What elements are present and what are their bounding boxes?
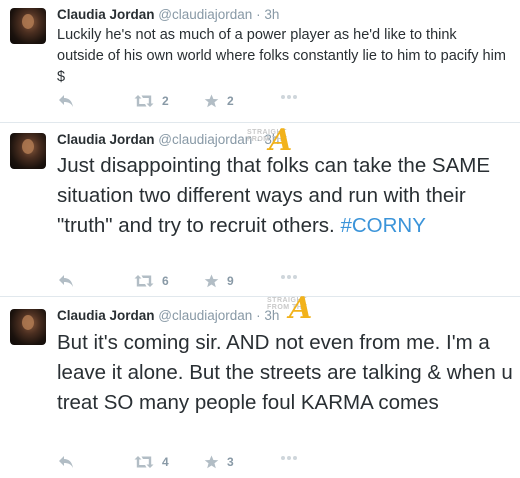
retweet-icon [134, 275, 154, 287]
retweet-icon [134, 95, 154, 107]
more-dots-icon [281, 275, 297, 279]
avatar[interactable] [10, 133, 46, 169]
watermark-letter: A [289, 291, 313, 326]
separator-dot: · [256, 7, 261, 22]
tweet-actions: 4 3 [58, 455, 318, 473]
retweet-button[interactable]: 4 [134, 455, 169, 469]
favorite-count: 2 [227, 94, 234, 108]
more-dots-icon [281, 95, 297, 99]
reply-arrow-icon [59, 456, 73, 468]
tweet-body: Luckily he's not as much of a power play… [57, 27, 506, 85]
tweet-actions: 2 2 [58, 94, 318, 112]
tweet-text: Luckily he's not as much of a power play… [57, 25, 507, 88]
hashtag-link[interactable]: #CORNY [340, 214, 425, 237]
retweet-button[interactable]: 2 [134, 94, 169, 108]
more-button[interactable] [280, 94, 298, 100]
reply-arrow-icon [59, 95, 73, 107]
separator-dot: · [256, 308, 261, 323]
tweet-2[interactable]: Claudia Jordan @claudiajordan · 3h STRAI… [0, 122, 520, 296]
retweet-icon [134, 456, 154, 468]
retweet-button[interactable]: 6 [134, 274, 169, 288]
star-icon [204, 274, 219, 288]
reply-button[interactable] [58, 94, 74, 108]
watermark-logo: STRAIGHT FROM THE A [265, 291, 327, 327]
user-name[interactable]: Claudia Jordan [57, 308, 155, 323]
avatar[interactable] [10, 309, 46, 345]
tweet-text: Just disappointing that folks can take t… [57, 151, 517, 241]
tweet-header: Claudia Jordan @claudiajordan · 3h [57, 7, 279, 22]
favorite-count: 9 [227, 274, 234, 288]
timestamp[interactable]: 3h [264, 7, 279, 22]
reply-button[interactable] [58, 455, 74, 469]
tweet-body: But it's coming sir. AND not even from m… [57, 331, 513, 414]
favorite-button[interactable]: 2 [204, 94, 234, 108]
user-name[interactable]: Claudia Jordan [57, 132, 155, 147]
retweet-count: 2 [162, 94, 169, 108]
tweet-actions: 6 9 [58, 274, 318, 292]
user-handle[interactable]: @claudiajordan [158, 308, 252, 323]
more-dots-icon [281, 456, 297, 460]
star-icon [204, 94, 219, 108]
user-handle[interactable]: @claudiajordan [158, 7, 252, 22]
tweet-3[interactable]: Claudia Jordan @claudiajordan · 3h STRAI… [0, 291, 520, 478]
tweet-header: Claudia Jordan @claudiajordan · 3h [57, 308, 279, 323]
user-handle[interactable]: @claudiajordan [158, 132, 252, 147]
tweet-1[interactable]: Claudia Jordan @claudiajordan · 3h Lucki… [0, 0, 520, 122]
favorite-button[interactable]: 9 [204, 274, 234, 288]
tweet-text: But it's coming sir. AND not even from m… [57, 328, 517, 418]
retweet-count: 6 [162, 274, 169, 288]
favorite-count: 3 [227, 455, 234, 469]
avatar[interactable] [10, 8, 46, 44]
more-button[interactable] [280, 274, 298, 280]
reply-button[interactable] [58, 274, 74, 288]
user-name[interactable]: Claudia Jordan [57, 7, 155, 22]
star-icon [204, 455, 219, 469]
favorite-button[interactable]: 3 [204, 455, 234, 469]
reply-arrow-icon [59, 275, 73, 287]
retweet-count: 4 [162, 455, 169, 469]
more-button[interactable] [280, 455, 298, 461]
